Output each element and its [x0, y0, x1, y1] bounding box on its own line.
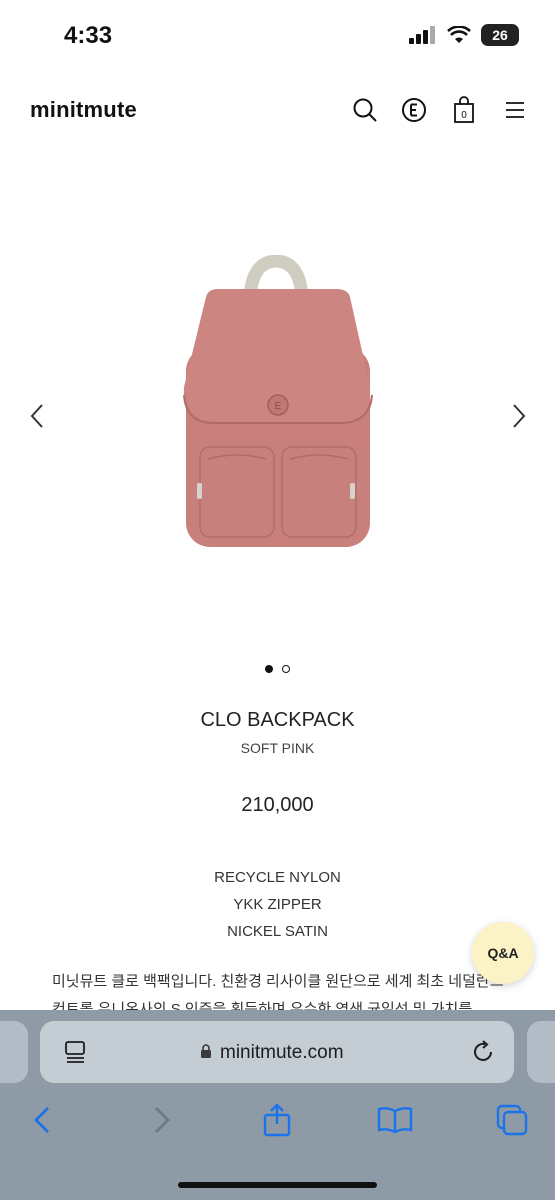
- spec-item: YKK ZIPPER: [233, 896, 322, 913]
- back-icon[interactable]: [24, 1102, 60, 1138]
- product-specs: RECYCLE NYLON YKK ZIPPER NICKEL SATIN: [0, 864, 555, 945]
- product-color: SOFT PINK: [240, 740, 315, 756]
- wifi-icon: [447, 26, 471, 43]
- next-slide-arrow-icon[interactable]: [504, 396, 534, 436]
- carousel-dot-2[interactable]: [282, 665, 290, 673]
- qa-button[interactable]: Q&A: [472, 922, 534, 984]
- menu-icon[interactable]: [501, 96, 529, 124]
- backpack-emblem-letter: E: [275, 401, 282, 412]
- share-icon[interactable]: [259, 1102, 295, 1138]
- page-menu-icon[interactable]: [64, 1040, 88, 1069]
- e-brand-icon[interactable]: [400, 96, 428, 124]
- cart-count: 0: [461, 110, 467, 121]
- bookmarks-icon[interactable]: [377, 1102, 413, 1138]
- next-tab-pill[interactable]: [527, 1021, 555, 1083]
- product-name: CLO BACKPACK: [200, 709, 355, 731]
- carousel-dot-1[interactable]: [265, 665, 273, 673]
- status-time: 4:33: [64, 22, 113, 49]
- brand-logo[interactable]: minitmute: [30, 97, 137, 123]
- lock-icon: [200, 1043, 212, 1064]
- signal-icon: [409, 26, 435, 44]
- spec-item: NICKEL SATIN: [227, 923, 328, 940]
- carousel-dots: [0, 665, 555, 673]
- cart-icon[interactable]: 0: [450, 96, 478, 124]
- battery-indicator: 26: [481, 24, 519, 46]
- home-indicator: [178, 1182, 377, 1188]
- status-bar: 4:33 26: [0, 0, 555, 70]
- site-header: minitmute 0: [0, 86, 555, 136]
- prev-slide-arrow-icon[interactable]: [22, 396, 52, 436]
- pink-backpack-image: E: [183, 255, 373, 547]
- tabs-icon[interactable]: [494, 1102, 530, 1138]
- forward-icon[interactable]: [144, 1102, 180, 1138]
- product-image-carousel[interactable]: E: [0, 200, 555, 630]
- reload-icon[interactable]: [470, 1039, 496, 1070]
- product-price: 210,000: [241, 794, 314, 816]
- url-text[interactable]: minitmute.com: [220, 1042, 344, 1064]
- status-icons: 26: [409, 24, 519, 46]
- spec-item: RECYCLE NYLON: [214, 869, 341, 886]
- previous-tab-pill[interactable]: [0, 1021, 28, 1083]
- search-icon[interactable]: [351, 96, 379, 124]
